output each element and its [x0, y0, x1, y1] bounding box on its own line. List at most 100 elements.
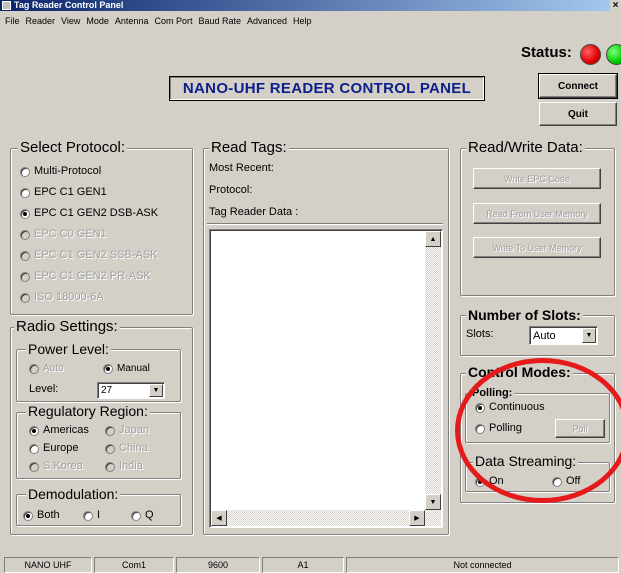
demod-both-radio[interactable]: Both — [23, 509, 60, 522]
statusbar-port: Com1 — [94, 557, 174, 573]
polling-continuous-radio[interactable]: Continuous — [475, 401, 545, 414]
select-protocol-legend: Select Protocol: — [18, 139, 128, 156]
region-europe-radio[interactable]: Europe — [29, 442, 78, 455]
radio-icon — [29, 363, 39, 374]
protocol-label: Protocol: — [209, 184, 253, 196]
protocol-option-epc-c1-gen2-pr[interactable]: EPC C1 GEN2 PR-ASK — [20, 270, 151, 283]
menu-baud-rate[interactable]: Baud Rate — [195, 13, 244, 29]
read-write-legend: Read/Write Data: — [466, 139, 585, 156]
power-manual-radio[interactable]: Manual — [103, 362, 150, 375]
statusbar-antenna: A1 — [262, 557, 344, 573]
streaming-on-radio[interactable]: On — [475, 475, 504, 488]
radio-icon — [131, 510, 141, 521]
most-recent-label: Most Recent: — [209, 162, 274, 174]
radio-selected-icon — [23, 510, 33, 521]
status-red-led-icon — [580, 44, 601, 65]
protocol-option-epc-c0-gen1[interactable]: EPC C0 GEN1 — [20, 228, 107, 241]
poll-button[interactable]: Poll — [555, 419, 605, 438]
radio-icon — [29, 461, 39, 472]
region-skorea-radio[interactable]: S.Korea — [29, 460, 83, 473]
menu-advanced[interactable]: Advanced — [244, 13, 290, 29]
close-icon[interactable]: × — [610, 0, 621, 11]
radio-icon — [20, 229, 30, 240]
protocol-option-epc-c1-gen2-ssb[interactable]: EPC C1 GEN2 SSB-ASK — [20, 249, 158, 262]
region-india-radio[interactable]: India — [105, 460, 143, 473]
connect-button[interactable]: Connect — [539, 74, 617, 98]
data-streaming-legend: Data Streaming: — [473, 453, 579, 469]
radio-icon — [83, 510, 93, 521]
menu-antenna[interactable]: Antenna — [112, 13, 152, 29]
regulatory-region-legend: Regulatory Region: — [26, 403, 150, 419]
power-level-legend: Power Level: — [26, 341, 111, 357]
power-auto-radio[interactable]: Auto — [29, 362, 64, 375]
tag-reader-data-label: Tag Reader Data : — [209, 206, 299, 218]
menu-com-port[interactable]: Com Port — [151, 13, 195, 29]
radio-selected-icon — [475, 402, 485, 413]
region-americas-radio[interactable]: Americas — [29, 424, 89, 437]
slots-select[interactable]: Auto ▼ — [529, 326, 598, 345]
radio-icon — [20, 187, 30, 198]
radio-icon — [105, 461, 115, 472]
menu-file[interactable]: File — [0, 13, 23, 29]
horizontal-scrollbar[interactable] — [211, 510, 425, 526]
menu-help[interactable]: Help — [290, 13, 315, 29]
radio-icon — [552, 476, 562, 487]
protocol-option-epc-c1-gen1[interactable]: EPC C1 GEN1 — [20, 186, 107, 199]
control-modes-legend: Control Modes: — [466, 364, 573, 380]
tag-data-textarea[interactable]: ▲ ▼ ◀ ▶ — [209, 229, 443, 528]
protocol-option-multi[interactable]: Multi-Protocol — [20, 165, 101, 178]
level-label: Level: — [29, 383, 59, 395]
menu-view[interactable]: View — [58, 13, 83, 29]
chevron-down-icon: ▼ — [582, 328, 596, 343]
status-label: Status: — [521, 44, 572, 61]
page-title: NANO-UHF READER CONTROL PANEL — [169, 76, 485, 101]
app-icon — [2, 1, 11, 10]
read-tags-legend: Read Tags: — [209, 139, 289, 156]
radio-icon — [29, 443, 39, 454]
connect-button-frame: Connect — [538, 73, 618, 99]
radio-selected-icon — [29, 425, 39, 436]
menu-bar: File Reader View Mode Antenna Com Port Baud Ra… — [0, 13, 621, 29]
radio-icon — [20, 166, 30, 177]
protocol-option-iso-18000-6a[interactable]: ISO 18000-6A — [20, 291, 104, 304]
slots-legend: Number of Slots: — [466, 307, 583, 323]
radio-icon — [105, 443, 115, 454]
menu-reader[interactable]: Reader — [23, 13, 59, 29]
radio-icon — [475, 423, 485, 434]
scroll-down-icon[interactable]: ▼ — [425, 494, 441, 510]
menu-mode[interactable]: Mode — [83, 13, 112, 29]
scroll-right-icon[interactable]: ▶ — [409, 510, 425, 526]
radio-icon — [20, 271, 30, 282]
write-epc-code-button[interactable]: Write EPC Code — [473, 168, 601, 189]
status-green-led-icon — [606, 44, 621, 65]
statusbar-device: NANO UHF — [4, 557, 92, 573]
radio-selected-icon — [475, 476, 485, 487]
statusbar-baud: 9600 — [176, 557, 260, 573]
scroll-up-icon[interactable]: ▲ — [425, 231, 441, 247]
streaming-off-radio[interactable]: Off — [552, 475, 580, 488]
read-user-memory-button[interactable]: Read From User Memory — [473, 203, 601, 224]
demod-i-radio[interactable]: I — [83, 509, 100, 522]
divider — [207, 223, 443, 225]
radio-selected-icon — [103, 363, 113, 374]
region-japan-radio[interactable]: Japan — [105, 424, 149, 437]
radio-icon — [20, 250, 30, 261]
chevron-down-icon: ▼ — [149, 384, 163, 397]
polling-legend: Polling: — [470, 385, 515, 401]
radio-selected-icon — [20, 208, 30, 219]
level-select[interactable]: 27 ▼ — [97, 382, 165, 399]
statusbar-connection: Not connected — [346, 557, 619, 573]
radio-settings-legend: Radio Settings: — [14, 318, 120, 335]
slots-label: Slots: — [466, 328, 494, 340]
demod-q-radio[interactable]: Q — [131, 509, 154, 522]
region-china-radio[interactable]: China — [105, 442, 148, 455]
radio-icon — [20, 292, 30, 303]
write-user-memory-button[interactable]: Write To User Memory — [473, 237, 601, 258]
protocol-option-epc-c1-gen2-dsb[interactable]: EPC C1 GEN2 DSB-ASK — [20, 207, 158, 220]
vertical-scrollbar[interactable] — [425, 231, 441, 526]
polling-polling-radio[interactable]: Polling — [475, 422, 522, 435]
scroll-left-icon[interactable]: ◀ — [211, 510, 227, 526]
title-bar: Tag Reader Control Panel × — [0, 0, 621, 11]
quit-button[interactable]: Quit — [539, 102, 617, 126]
demodulation-legend: Demodulation: — [26, 486, 121, 502]
